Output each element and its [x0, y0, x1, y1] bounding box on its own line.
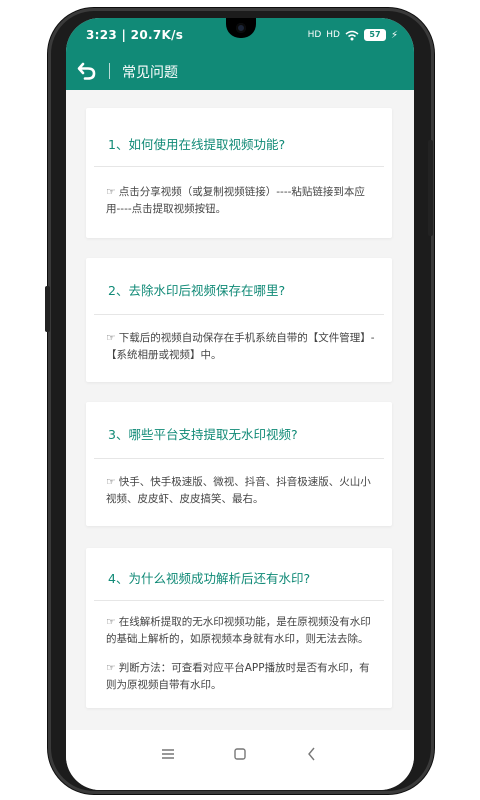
faq-card-2: 2、去除水印后视频保存在哪里? ☞ 下载后的视频自动保存在手机系统自带的【文件管… [86, 258, 392, 382]
status-icons: HD HD 57 ⚡ [308, 27, 398, 43]
faq-list: 1、如何使用在线提取视频功能? ☞ 点击分享视频（或复制视频链接）----粘贴链… [66, 90, 414, 730]
faq-answer: ☞ 下载后的视频自动保存在手机系统自带的【文件管理】-【系统相册或视频】中。 [106, 330, 376, 364]
camera-lens-icon [236, 23, 246, 33]
app-bar: 常见问题 [66, 52, 414, 90]
signal-icon-2: HD [326, 30, 340, 40]
signal-icon: HD [307, 30, 322, 40]
answer-text: ☞ 下载后的视频自动保存在手机系统自带的【文件管理】-【系统相册或视频】中。 [106, 332, 375, 361]
system-nav-bar [66, 730, 414, 790]
faq-question: 3、哪些平台支持提取无水印视频? [108, 427, 298, 442]
answer-text: ☞ 点击分享视频（或复制视频链接）----粘贴链接到本应用----点击提取视频按… [106, 186, 365, 215]
screen: 3:23 | 20.7K/s HD HD 57 ⚡ 常见问题 1、如何使用在线提… [66, 18, 414, 790]
status-bar: 3:23 | 20.7K/s HD HD 57 ⚡ [66, 18, 414, 52]
answer-text: ☞ 在线解析提取的无水印视频功能，是在原视频没有水印的基础上解析的，如原视频本身… [106, 616, 371, 645]
answer-text-2: ☞ 判断方法：可查看对应平台APP播放时是否有水印，有则为原视频自带有水印。 [106, 662, 370, 691]
faq-card-3: 3、哪些平台支持提取无水印视频? ☞ 快手、快手极速版、微视、抖音、抖音极速版、… [86, 402, 392, 526]
volume-button [45, 286, 50, 332]
faq-question: 4、为什么视频成功解析后还有水印? [108, 571, 311, 586]
wifi-icon [345, 30, 359, 40]
page-title: 常见问题 [122, 65, 178, 81]
home-square-icon[interactable] [230, 744, 250, 764]
faq-card-1: 1、如何使用在线提取视频功能? ☞ 点击分享视频（或复制视频链接）----粘贴链… [86, 108, 392, 238]
faq-card-4: 4、为什么视频成功解析后还有水印? ☞ 在线解析提取的无水印视频功能，是在原视频… [86, 548, 392, 708]
faq-question: 1、如何使用在线提取视频功能? [108, 137, 286, 152]
card-divider [94, 600, 384, 601]
card-divider [94, 458, 384, 459]
faq-answer: ☞ 在线解析提取的无水印视频功能，是在原视频没有水印的基础上解析的，如原视频本身… [106, 614, 376, 694]
status-time: 3:23 | 20.7K/s [86, 28, 184, 42]
faq-answer: ☞ 点击分享视频（或复制视频链接）----粘贴链接到本应用----点击提取视频按… [106, 184, 376, 218]
front-camera-notch [226, 18, 256, 38]
faq-question: 2、去除水印后视频保存在哪里? [108, 283, 286, 298]
back-arrow-icon[interactable] [76, 60, 98, 82]
title-divider [109, 63, 110, 79]
back-chevron-icon[interactable] [302, 744, 322, 764]
battery-icon: 57 [363, 29, 386, 41]
answer-text: ☞ 快手、快手极速版、微视、抖音、抖音极速版、火山小视频、皮皮虾、皮皮搞笑、最右… [106, 476, 371, 505]
card-divider [94, 166, 384, 167]
card-divider [94, 314, 384, 315]
faq-answer: ☞ 快手、快手极速版、微视、抖音、抖音极速版、火山小视频、皮皮虾、皮皮搞笑、最右… [106, 474, 376, 508]
menu-icon[interactable] [158, 744, 178, 764]
power-button [428, 140, 433, 236]
charging-icon: ⚡ [390, 29, 398, 41]
